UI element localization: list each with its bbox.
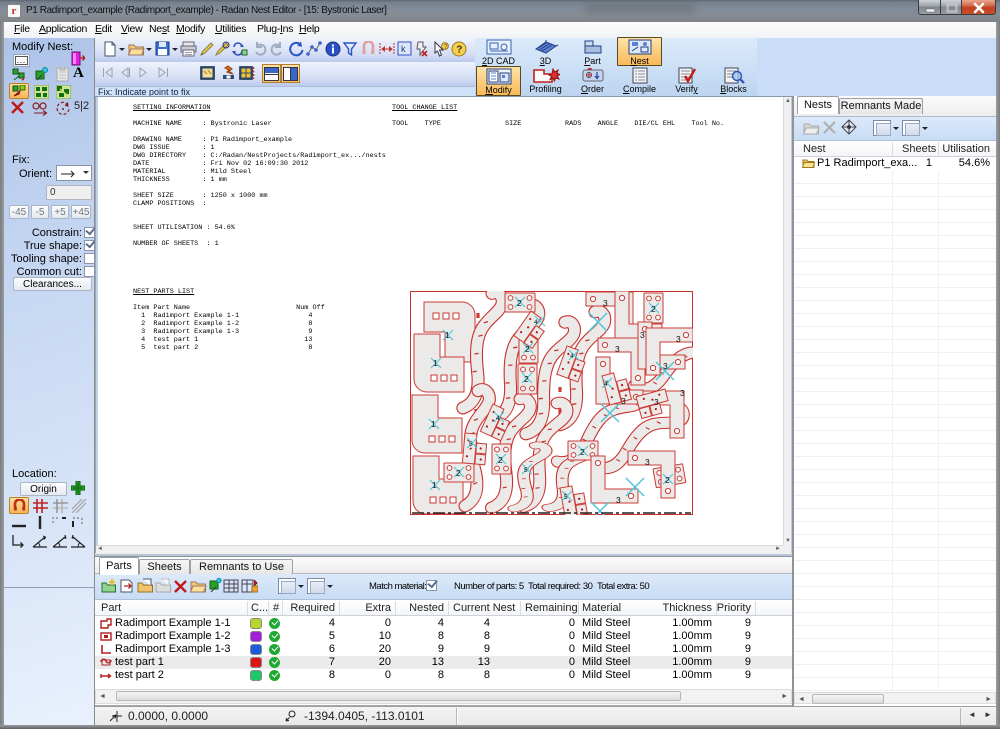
svg-text:3: 3 (615, 344, 620, 354)
svg-text:2: 2 (498, 455, 503, 465)
svg-text:2: 2 (456, 468, 461, 478)
svg-text:3: 3 (616, 495, 621, 505)
svg-text:4: 4 (570, 353, 574, 360)
svg-text:1: 1 (445, 330, 450, 340)
svg-text:2: 2 (525, 344, 530, 354)
svg-text:5: 5 (469, 441, 473, 448)
svg-text:3: 3 (654, 397, 659, 407)
svg-text:2: 2 (524, 374, 529, 384)
svg-text:1: 1 (432, 480, 437, 490)
svg-text:?: ? (456, 45, 462, 56)
svg-text:4: 4 (496, 415, 500, 422)
svg-text:2: 2 (517, 298, 522, 308)
svg-text:5: 5 (524, 467, 528, 474)
svg-text:1: 1 (433, 358, 438, 368)
svg-text:4: 4 (604, 381, 608, 388)
svg-text:3: 3 (621, 396, 626, 406)
svg-text:3: 3 (645, 457, 650, 467)
svg-text:3: 3 (603, 298, 608, 308)
svg-text:2: 2 (665, 475, 670, 485)
svg-text:3: 3 (640, 330, 645, 340)
svg-text:?: ? (444, 44, 448, 51)
svg-text:5: 5 (564, 494, 568, 501)
svg-text:1: 1 (431, 419, 436, 429)
svg-text:4: 4 (534, 319, 538, 326)
svg-text:k: k (401, 44, 406, 54)
svg-text:3: 3 (680, 388, 685, 398)
svg-text:3: 3 (676, 334, 681, 344)
svg-text:2: 2 (651, 304, 656, 314)
svg-text:2: 2 (580, 447, 585, 457)
svg-text:3: 3 (663, 361, 668, 371)
